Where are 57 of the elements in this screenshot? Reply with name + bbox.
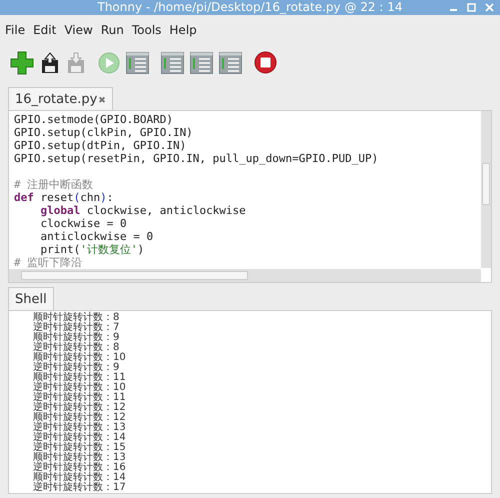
shell-output-line: 逆时针旋转计数：14 [33,433,127,443]
code-line: # 监听下降沿 [14,256,82,269]
shell-output-line: 顺时针旋转计数：10 [33,353,127,363]
menu-item[interactable]: Edit [33,22,56,37]
menu-item[interactable]: Run [100,22,124,37]
code-editor[interactable] [8,110,492,283]
scroll-thumb[interactable] [482,162,490,205]
shell-output-line: 逆时针旋转计数：7 [33,323,120,333]
shell-output-line: 顺时针旋转计数：12 [33,413,127,423]
shell-output-line: 逆时针旋转计数：12 [33,403,127,413]
tab-close-icon[interactable]: ✖ [98,96,106,106]
stop-icon[interactable] [254,51,277,74]
horizontal-scrollbar[interactable] [9,269,481,282]
debug-step-icon[interactable] [161,52,184,74]
code-line: def reset(chn): [14,190,114,204]
debug-step-icon[interactable] [219,52,242,74]
code-line: anticlockwise = 0 [39,230,154,243]
shell-output-line: 逆时针旋转计数：15 [33,443,127,453]
menu-item[interactable]: Tools [132,22,162,37]
open-file-icon[interactable] [40,52,60,74]
editor-tab[interactable]: 16_rotate.py✖ [8,86,113,110]
run-icon[interactable] [98,52,120,74]
shell-output-line: 逆时针旋转计数：13 [33,423,127,433]
code-line: GPIO.setup(clkPin, GPIO.IN) [14,126,193,139]
shell-output-line: 逆时针旋转计数：16 [33,463,127,473]
code-line: # 注册中断函数 [14,178,94,191]
scroll-thumb[interactable] [21,271,248,280]
close-icon[interactable] [485,3,494,12]
shell-output-line: 顺时针旋转计数：13 [33,453,127,463]
code-line: clockwise = 0 [39,216,127,230]
shell-output-line: 顺时针旋转计数：11 [33,373,127,383]
save-file-icon[interactable] [66,52,86,74]
shell-panel[interactable]: 顺时针旋转计数：8 逆时针旋转计数：7 顺时针旋转计数：9 逆时针旋转计数：8 顺时针旋转计数：10 逆时针旋转计数：9 顺时针旋转计数：11 逆时针旋转计数：10 逆时针旋转计数：11 逆时针旋转计数：12 顺时针旋转计数：12 逆时针旋转计数：13 逆时针旋转计数：14 逆时针旋转计数：15 顺时针旋转计数：13 逆时针旋转计数：16 顺时针旋转计数：14 逆时针旋转计数：17 [8,310,492,494]
code-line: GPIO.setup(resetPin, GPIO.IN, pull_up_down=GPIO.PUD_UP) [14,152,378,165]
maximize-icon[interactable] [467,3,476,12]
shell-output-line: 逆时针旋转计数：8 [33,343,120,353]
code-line: print('计数复位') [40,242,144,256]
shell-output-line: 逆时针旋转计数：11 [33,393,127,403]
code-line: global clockwise, anticlockwise [39,204,246,217]
shell-tab[interactable]: Shell [8,287,54,310]
tab-label: 16_rotate.py [15,92,98,107]
debug-step-icon[interactable] [190,52,213,74]
new-file-icon[interactable] [10,50,34,75]
shell-output-line: 逆时针旋转计数：10 [33,383,127,393]
menu-item[interactable]: File [5,22,26,37]
debug-step-icon[interactable] [126,52,149,74]
shell-output-line: 顺时针旋转计数：9 [33,333,120,343]
window-title: Thonny - /home/pi/Desktop/16_rotate.py @ 22 : 14 [98,0,402,14]
shell-output-line: 顺时针旋转计数：8 [33,313,120,323]
vertical-scrollbar[interactable] [481,110,491,268]
shell-output-line: 顺时针旋转计数：14 [33,473,127,483]
code-line: GPIO.setmode(GPIO.BOARD) [14,112,173,126]
code-line: GPIO.setup(dtPin, GPIO.IN) [14,138,186,152]
menu-item[interactable]: View [64,22,93,37]
shell-output-line: 逆时针旋转计数：17 [33,483,127,493]
menu-item[interactable]: Help [169,22,197,37]
shell-output-line: 逆时针旋转计数：9 [33,363,120,373]
